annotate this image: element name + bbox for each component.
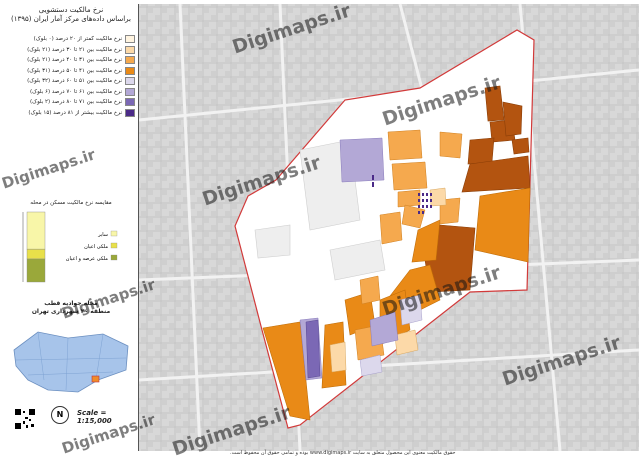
- legend-label: نرخ مالکیت بین ۴۱ تا ۵۰ درصد (۳۱ بلوک): [27, 67, 122, 74]
- legend: نرخ مالکیت کمتر از ۲۰ درصد (۰ بلوک) نرخ م…: [7, 34, 135, 120]
- legend-label: نرخ مالکیت بین ۳۱ تا ۴۰ درصد (۲۱ بلوک): [27, 57, 122, 64]
- legend-swatch: [125, 108, 135, 117]
- legend-panel: نرخ مالکیت دستشویی براساس داده‌های مرکز …: [4, 4, 139, 451]
- legend-item: نرخ مالکیت بین ۲۱ تا ۳۰ درصد (۲۱ بلوک): [7, 45, 135, 56]
- legend-swatch: [125, 56, 135, 65]
- legend-item: نرخ مالکیت بین ۵۱ تا ۶۰ درصد (۳۲ بلوک): [7, 76, 135, 87]
- legend-item: نرخ مالکیت کمتر از ۲۰ درصد (۰ بلوک): [7, 34, 135, 45]
- legend-label: نرخ مالکیت کمتر از ۲۰ درصد (۰ بلوک): [33, 36, 122, 43]
- legend-label: نرخ مالکیت بین ۷۱ تا ۸۰ درصد (۲ بلوک): [30, 99, 122, 106]
- legend-label: نرخ مالکیت بین ۵۱ تا ۶۰ درصد (۳۲ بلوک): [27, 78, 122, 85]
- map-title: نرخ مالکیت دستشویی براساس داده‌های مرکز …: [4, 4, 138, 24]
- legend-item: نرخ مالکیت بین ۶۱ تا ۷۰ درصد (۶ بلوک): [7, 87, 135, 98]
- legend-item: نرخ مالکیت بین ۳۱ تا ۴۰ درصد (۲۱ بلوک): [7, 55, 135, 66]
- title-line2: براساس داده‌های مرکز آمار ایران (۱۳۹۵): [11, 15, 131, 23]
- title-line1: نرخ مالکیت دستشویی: [38, 6, 104, 14]
- legend-swatch: [125, 35, 135, 44]
- bar-segment-1: [26, 248, 46, 260]
- bar-segment-2: [26, 211, 46, 250]
- legend-swatch: [125, 87, 135, 96]
- chart-legend-swatch: [110, 254, 118, 261]
- legend-label: نرخ مالکیت بین ۲۱ تا ۳۰ درصد (۲۱ بلوک): [27, 46, 122, 53]
- north-arrow-icon: N: [51, 406, 69, 424]
- ownership-chart: سایر ملکی اعیان ملکی عرصه و اعیان: [22, 211, 118, 283]
- legend-item: نرخ مالکیت بین ۷۱ تا ۸۰ درصد (۲ بلوک): [7, 97, 135, 108]
- chart-legend-swatch: [110, 242, 118, 249]
- inset-highlight: [91, 375, 100, 383]
- qr-code: [14, 408, 36, 430]
- copyright-footer: حقوق مالکیت معنوی این محصول متعلق به سای…: [230, 450, 456, 456]
- inset-map[interactable]: [8, 320, 134, 400]
- chart-legend-swatch: [110, 230, 118, 237]
- chart-title: مقایسه نرخ مالکیت مسکن در محله: [30, 200, 112, 206]
- legend-swatch: [125, 77, 135, 86]
- blocks-purple[interactable]: [305, 319, 321, 379]
- chart-legend-label: ملکی اعیان: [84, 244, 108, 250]
- legend-item: نرخ مالکیت بین ۴۱ تا ۵۰ درصد (۳۱ بلوک): [7, 66, 135, 77]
- legend-swatch: [125, 45, 135, 54]
- chart-legend-label: ملکی عرصه و اعیان: [66, 256, 109, 262]
- bar-segment-0: [26, 258, 46, 283]
- legend-swatch: [125, 66, 135, 75]
- chart-legend-label: سایر: [97, 232, 108, 238]
- legend-label: نرخ مالکیت بیشتر از ۸۱ درصد (۱۵ بلوک): [28, 109, 122, 116]
- legend-label: نرخ مالکیت بین ۶۱ تا ۷۰ درصد (۶ بلوک): [30, 88, 122, 95]
- legend-swatch: [125, 98, 135, 107]
- legend-item: نرخ مالکیت بیشتر از ۸۱ درصد (۱۵ بلوک): [7, 108, 135, 119]
